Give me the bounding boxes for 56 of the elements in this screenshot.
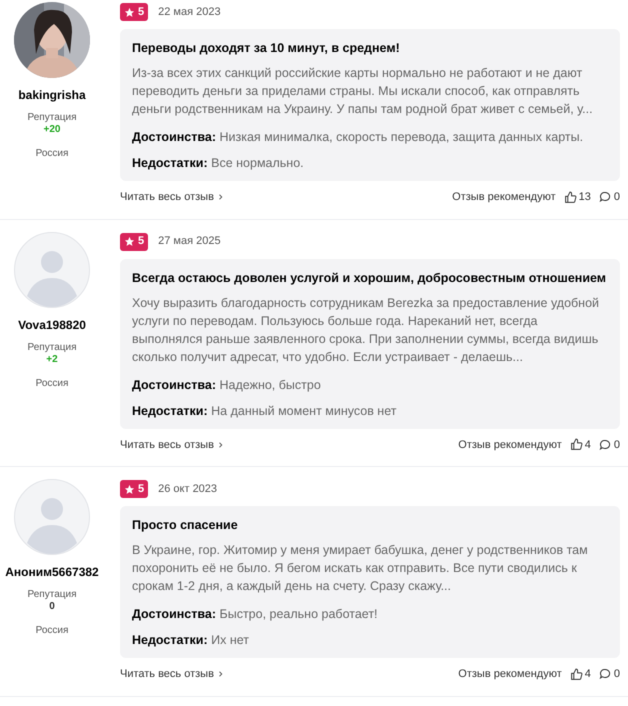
review-date: 26 окт 2023 xyxy=(158,482,218,497)
country: Россия xyxy=(36,147,68,161)
chevron-icon xyxy=(218,442,224,448)
like-button[interactable]: 13 xyxy=(564,189,591,206)
comment-icon xyxy=(598,191,611,204)
chevron-icon xyxy=(218,194,224,200)
like-button[interactable]: 4 xyxy=(570,436,591,453)
review-title[interactable]: Переводы доходят за 10 минут, в среднем! xyxy=(132,40,608,56)
comment-button[interactable]: 0 xyxy=(598,666,620,682)
country: Россия xyxy=(36,376,68,390)
review-text: Хочу выразить благодарность сотрудникам Berezka за предоставление удобной услуги по переводам. Пользуюсь больше года. Нареканий нет, всегда выполнялся раньше заявленного срока. При заполнении суммы, всегда видишь сколько получит адресат, что удобно. Если устраивает - делаешь... xyxy=(132,294,600,366)
read-more-link[interactable]: Читать весь отзыв xyxy=(120,189,224,206)
reputation-label: Репутация xyxy=(28,589,76,601)
read-more-link[interactable]: Читать весь отзыв xyxy=(120,666,224,682)
rating-badge: 5 xyxy=(120,480,148,498)
star-icon xyxy=(124,236,135,247)
reputation-value: +2 xyxy=(46,354,58,366)
reputation-label: Репутация xyxy=(28,112,76,124)
read-more-link[interactable]: Читать весь отзыв xyxy=(120,436,224,453)
star-icon xyxy=(124,6,135,18)
recommend-label: Отзыв рекомендуют xyxy=(458,438,562,452)
thumbs-up-icon xyxy=(564,190,577,204)
user-name[interactable]: Vova198820 xyxy=(18,316,86,334)
recommend-label: Отзыв рекомендуют xyxy=(458,667,562,682)
avatar-icon xyxy=(14,232,90,308)
recommend-label: Отзыв рекомендуют xyxy=(452,190,556,205)
pros-text: Достоинства: Надежно, быстро xyxy=(132,376,322,392)
user-name[interactable]: bakingrisha xyxy=(18,86,86,104)
thumbs-up-icon xyxy=(570,438,583,452)
review-text: В Украине, гор. Житомир у меня умирает бабушка, денег у родственников там похоронить её не было. Я бегом искать как отправить. Все пути сводились к срокам 1-2 дня, а каждый день на счету. Сразу скажу... xyxy=(132,542,589,595)
review-title[interactable]: Просто спасение xyxy=(132,517,608,533)
review-date: 22 мая 2023 xyxy=(158,4,221,20)
cons-text: Недостатки: На данный момент минусов нет xyxy=(132,402,398,418)
chevron-icon xyxy=(218,671,224,678)
user-name[interactable]: Аноним5667382 xyxy=(5,563,99,581)
thumbs-up-icon xyxy=(570,668,583,681)
comment-icon xyxy=(598,668,611,680)
country: Россия xyxy=(36,624,68,638)
cons-text: Недостатки: Их нет xyxy=(132,632,250,648)
avatar-icon xyxy=(14,479,90,555)
pros-text: Достоинства: Низкая минималка, скорость перевода, защита данных карты. xyxy=(132,129,584,145)
cons-text: Недостатки: Все нормально. xyxy=(132,155,305,171)
reputation-label: Репутация xyxy=(28,342,76,354)
rating-badge: 5 xyxy=(120,232,148,250)
review-title[interactable]: Всегда остаюсь доволен услугой и хорошим, добросовестным отношением xyxy=(132,270,608,286)
comment-button[interactable]: 0 xyxy=(598,189,620,206)
reputation-value: +20 xyxy=(44,124,60,136)
rating-badge: 5 xyxy=(120,3,148,21)
star-icon xyxy=(124,484,135,494)
comment-icon xyxy=(598,438,611,451)
reputation-value: 0 xyxy=(49,601,55,613)
comment-button[interactable]: 0 xyxy=(598,436,620,453)
like-button[interactable]: 4 xyxy=(570,666,591,682)
pros-text: Достоинства: Быстро, реально работает! xyxy=(132,606,379,622)
review-text: Из-за всех этих санкций российские карты нормально не работают и не дают переводить деньги за приделами страны. Мы искали способ, как отправлять деньги родственникам на Украину. У папы там родной брат живет с семьей, у... xyxy=(132,65,594,118)
review-date: 27 мая 2025 xyxy=(158,234,221,250)
